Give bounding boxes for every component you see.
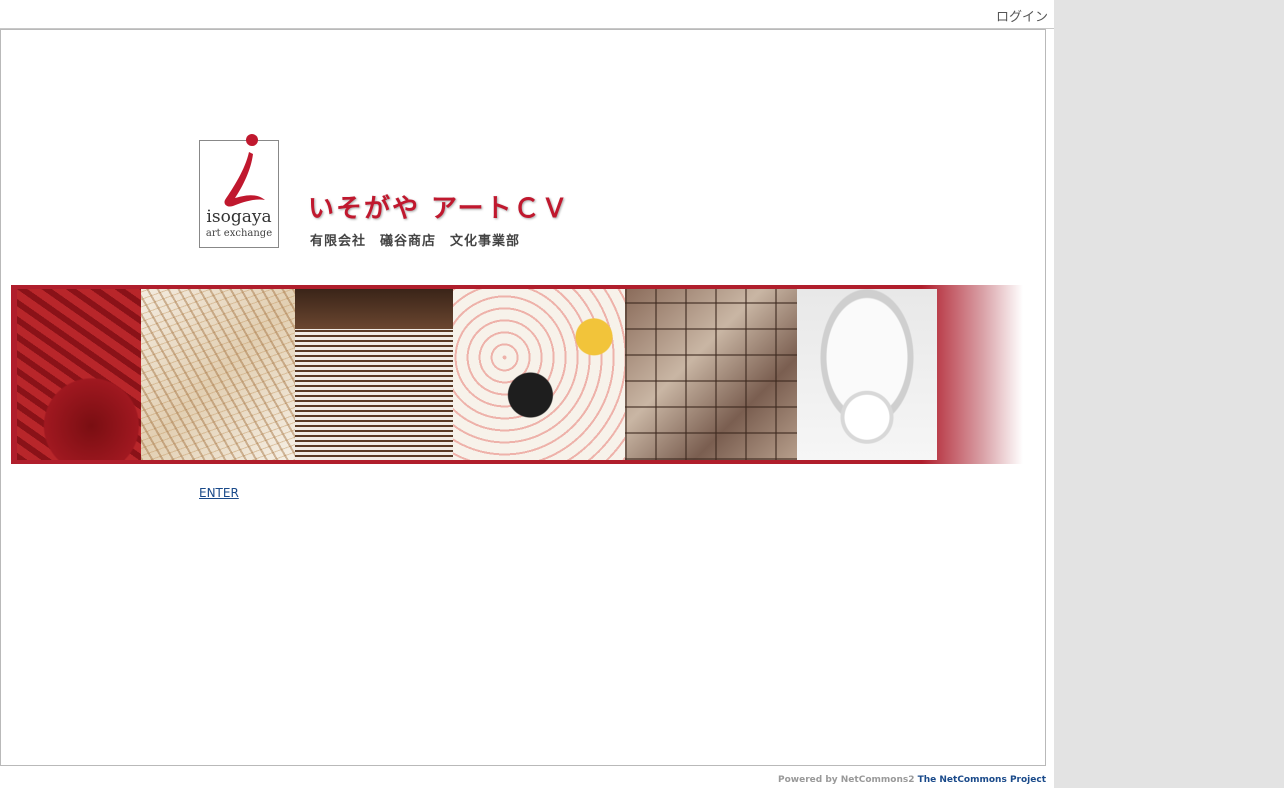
logo-word: isogaya (206, 207, 272, 227)
banner-panel-thread-sculpture (141, 289, 295, 460)
enter-link[interactable]: ENTER (199, 486, 239, 500)
footer-project-link[interactable]: The NetCommons Project (918, 775, 1046, 785)
footer-powered-text: Powered by NetCommons2 (778, 775, 918, 785)
footer: Powered by NetCommons2 The NetCommons Pr… (778, 775, 1046, 785)
logo-mark-icon (224, 134, 265, 207)
login-link[interactable]: ログイン (996, 6, 1048, 25)
top-bar: ログイン (0, 0, 1054, 29)
logo-subtext: art exchange (205, 228, 273, 239)
site-title: いそがや アートＣＶ (308, 194, 570, 224)
page: ログイン isogaya art exchange いそがや アートＣＶ 有限会… (0, 0, 1284, 788)
site-subtitle: 有限会社 礒谷商店 文化事業部 (310, 234, 521, 249)
right-gutter (1054, 0, 1284, 788)
banner-panel-ceramic-sculpture (797, 289, 937, 460)
banner-panel-books-sculpture (295, 289, 453, 460)
banner-panel-red-abstract (17, 289, 141, 460)
artwork-banner (11, 285, 1023, 464)
banner-panel-figure-painting (453, 289, 625, 460)
banner-panel-collage (625, 289, 797, 460)
